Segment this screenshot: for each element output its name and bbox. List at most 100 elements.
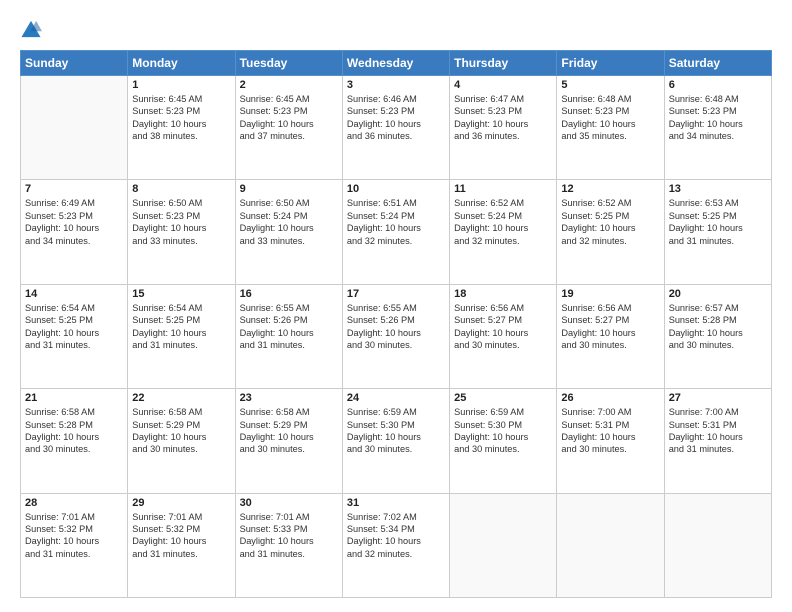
day-number: 17 <box>347 288 445 300</box>
calendar-header-monday: Monday <box>128 51 235 76</box>
calendar-cell <box>21 76 128 180</box>
calendar-header-friday: Friday <box>557 51 664 76</box>
calendar-cell: 28 Sunrise: 7:01 AM Sunset: 5:32 PM Dayli… <box>21 493 128 597</box>
day-number: 1 <box>132 79 230 91</box>
day-info: Sunrise: 6:58 AM Sunset: 5:28 PM Dayligh… <box>25 406 123 456</box>
day-number: 24 <box>347 392 445 404</box>
calendar-cell: 13 Sunrise: 6:53 AM Sunset: 5:25 PM Dayli… <box>664 180 771 284</box>
calendar-cell <box>557 493 664 597</box>
day-info: Sunrise: 6:57 AM Sunset: 5:28 PM Dayligh… <box>669 302 767 352</box>
calendar-week-row: 14 Sunrise: 6:54 AM Sunset: 5:25 PM Dayli… <box>21 284 772 388</box>
calendar-cell: 6 Sunrise: 6:48 AM Sunset: 5:23 PM Daylig… <box>664 76 771 180</box>
calendar-week-row: 28 Sunrise: 7:01 AM Sunset: 5:32 PM Dayli… <box>21 493 772 597</box>
logo <box>20 18 46 40</box>
day-number: 18 <box>454 288 552 300</box>
day-info: Sunrise: 6:50 AM Sunset: 5:23 PM Dayligh… <box>132 197 230 247</box>
day-number: 10 <box>347 183 445 195</box>
calendar-header-row: SundayMondayTuesdayWednesdayThursdayFrid… <box>21 51 772 76</box>
calendar-cell: 31Sunrise: 7:02 AM Sunset: 5:34 PM Dayli… <box>342 493 449 597</box>
day-info: Sunrise: 7:01 AM Sunset: 5:32 PM Dayligh… <box>132 511 230 561</box>
day-info: Sunrise: 6:59 AM Sunset: 5:30 PM Dayligh… <box>454 406 552 456</box>
calendar-week-row: 1 Sunrise: 6:45 AM Sunset: 5:23 PM Daylig… <box>21 76 772 180</box>
calendar-cell: 19 Sunrise: 6:56 AM Sunset: 5:27 PM Dayli… <box>557 284 664 388</box>
calendar-cell: 27Sunrise: 7:00 AM Sunset: 5:31 PM Dayli… <box>664 389 771 493</box>
day-info: Sunrise: 6:54 AM Sunset: 5:25 PM Dayligh… <box>132 302 230 352</box>
calendar-cell: 17 Sunrise: 6:55 AM Sunset: 5:26 PM Dayli… <box>342 284 449 388</box>
calendar-cell: 1 Sunrise: 6:45 AM Sunset: 5:23 PM Daylig… <box>128 76 235 180</box>
calendar-cell: 24 Sunrise: 6:59 AM Sunset: 5:30 PM Dayli… <box>342 389 449 493</box>
calendar-header-wednesday: Wednesday <box>342 51 449 76</box>
calendar-cell <box>450 493 557 597</box>
day-info: Sunrise: 6:48 AM Sunset: 5:23 PM Dayligh… <box>669 93 767 143</box>
day-number: 29 <box>132 497 230 509</box>
day-info: Sunrise: 7:00 AM Sunset: 5:31 PM Dayligh… <box>561 406 659 456</box>
calendar-cell: 2 Sunrise: 6:45 AM Sunset: 5:23 PM Daylig… <box>235 76 342 180</box>
day-number: 27 <box>669 392 767 404</box>
day-info: Sunrise: 6:55 AM Sunset: 5:26 PM Dayligh… <box>347 302 445 352</box>
day-info: Sunrise: 7:02 AM Sunset: 5:34 PM Dayligh… <box>347 511 445 561</box>
day-number: 4 <box>454 79 552 91</box>
day-info: Sunrise: 6:59 AM Sunset: 5:30 PM Dayligh… <box>347 406 445 456</box>
day-info: Sunrise: 7:01 AM Sunset: 5:33 PM Dayligh… <box>240 511 338 561</box>
calendar-cell: 29 Sunrise: 7:01 AM Sunset: 5:32 PM Dayli… <box>128 493 235 597</box>
day-number: 9 <box>240 183 338 195</box>
day-info: Sunrise: 6:56 AM Sunset: 5:27 PM Dayligh… <box>454 302 552 352</box>
day-number: 30 <box>240 497 338 509</box>
calendar-cell: 22Sunrise: 6:58 AM Sunset: 5:29 PM Dayli… <box>128 389 235 493</box>
day-number: 20 <box>669 288 767 300</box>
calendar-header-sunday: Sunday <box>21 51 128 76</box>
calendar-cell: 16Sunrise: 6:55 AM Sunset: 5:26 PM Dayli… <box>235 284 342 388</box>
day-info: Sunrise: 6:49 AM Sunset: 5:23 PM Dayligh… <box>25 197 123 247</box>
calendar-cell: 18 Sunrise: 6:56 AM Sunset: 5:27 PM Dayli… <box>450 284 557 388</box>
day-info: Sunrise: 6:54 AM Sunset: 5:25 PM Dayligh… <box>25 302 123 352</box>
calendar-cell: 7 Sunrise: 6:49 AM Sunset: 5:23 PM Daylig… <box>21 180 128 284</box>
calendar-cell: 11 Sunrise: 6:52 AM Sunset: 5:24 PM Dayli… <box>450 180 557 284</box>
calendar-cell: 21 Sunrise: 6:58 AM Sunset: 5:28 PM Dayli… <box>21 389 128 493</box>
calendar-cell: 14 Sunrise: 6:54 AM Sunset: 5:25 PM Dayli… <box>21 284 128 388</box>
calendar-cell: 3 Sunrise: 6:46 AM Sunset: 5:23 PM Daylig… <box>342 76 449 180</box>
day-number: 6 <box>669 79 767 91</box>
calendar-cell: 12 Sunrise: 6:52 AM Sunset: 5:25 PM Dayli… <box>557 180 664 284</box>
day-number: 2 <box>240 79 338 91</box>
day-info: Sunrise: 6:56 AM Sunset: 5:27 PM Dayligh… <box>561 302 659 352</box>
day-number: 22 <box>132 392 230 404</box>
day-number: 3 <box>347 79 445 91</box>
calendar-cell: 30 Sunrise: 7:01 AM Sunset: 5:33 PM Dayli… <box>235 493 342 597</box>
calendar-cell: 25 Sunrise: 6:59 AM Sunset: 5:30 PM Dayli… <box>450 389 557 493</box>
calendar-cell: 15 Sunrise: 6:54 AM Sunset: 5:25 PM Dayli… <box>128 284 235 388</box>
day-info: Sunrise: 6:51 AM Sunset: 5:24 PM Dayligh… <box>347 197 445 247</box>
header <box>20 18 772 40</box>
page: SundayMondayTuesdayWednesdayThursdayFrid… <box>0 0 792 612</box>
day-number: 28 <box>25 497 123 509</box>
day-number: 26 <box>561 392 659 404</box>
day-number: 11 <box>454 183 552 195</box>
logo-icon <box>20 18 42 40</box>
calendar-header-saturday: Saturday <box>664 51 771 76</box>
calendar-header-thursday: Thursday <box>450 51 557 76</box>
day-info: Sunrise: 6:53 AM Sunset: 5:25 PM Dayligh… <box>669 197 767 247</box>
day-number: 13 <box>669 183 767 195</box>
calendar-cell: 20 Sunrise: 6:57 AM Sunset: 5:28 PM Dayli… <box>664 284 771 388</box>
calendar-cell: 26 Sunrise: 7:00 AM Sunset: 5:31 PM Dayli… <box>557 389 664 493</box>
calendar-week-row: 21 Sunrise: 6:58 AM Sunset: 5:28 PM Dayli… <box>21 389 772 493</box>
day-number: 21 <box>25 392 123 404</box>
day-number: 12 <box>561 183 659 195</box>
day-number: 19 <box>561 288 659 300</box>
day-number: 7 <box>25 183 123 195</box>
day-number: 14 <box>25 288 123 300</box>
day-number: 16 <box>240 288 338 300</box>
calendar-cell: 9Sunrise: 6:50 AM Sunset: 5:24 PM Daylig… <box>235 180 342 284</box>
calendar-cell: 5Sunrise: 6:48 AM Sunset: 5:23 PM Daylig… <box>557 76 664 180</box>
day-info: Sunrise: 6:45 AM Sunset: 5:23 PM Dayligh… <box>240 93 338 143</box>
day-number: 25 <box>454 392 552 404</box>
day-number: 15 <box>132 288 230 300</box>
day-info: Sunrise: 6:48 AM Sunset: 5:23 PM Dayligh… <box>561 93 659 143</box>
day-info: Sunrise: 6:52 AM Sunset: 5:25 PM Dayligh… <box>561 197 659 247</box>
day-info: Sunrise: 6:52 AM Sunset: 5:24 PM Dayligh… <box>454 197 552 247</box>
day-number: 8 <box>132 183 230 195</box>
calendar-cell: 23Sunrise: 6:58 AM Sunset: 5:29 PM Dayli… <box>235 389 342 493</box>
calendar-cell: 8 Sunrise: 6:50 AM Sunset: 5:23 PM Daylig… <box>128 180 235 284</box>
day-info: Sunrise: 6:45 AM Sunset: 5:23 PM Dayligh… <box>132 93 230 143</box>
day-info: Sunrise: 6:46 AM Sunset: 5:23 PM Dayligh… <box>347 93 445 143</box>
day-info: Sunrise: 7:01 AM Sunset: 5:32 PM Dayligh… <box>25 511 123 561</box>
